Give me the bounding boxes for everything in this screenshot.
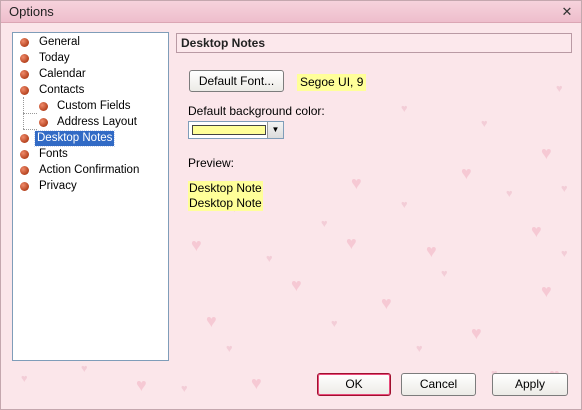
bullet-icon bbox=[20, 86, 29, 95]
close-icon[interactable]: ✕ bbox=[559, 4, 575, 20]
bg-color-label: Default background color: bbox=[188, 104, 325, 118]
bullet-icon bbox=[39, 118, 48, 127]
default-font-button[interactable]: Default Font... bbox=[189, 70, 284, 92]
tree-item-label: Privacy bbox=[39, 180, 77, 192]
tree-item-label: Desktop Notes bbox=[33, 130, 116, 147]
bullet-icon bbox=[20, 54, 29, 63]
window-title: Options bbox=[9, 4, 54, 19]
preview-note-line: Desktop Note bbox=[188, 196, 263, 211]
tree-item-label: Fonts bbox=[39, 148, 68, 160]
bullet-icon bbox=[20, 150, 29, 159]
tree-item-label: Today bbox=[39, 52, 70, 64]
bullet-icon bbox=[20, 38, 29, 47]
tree-item-label: Action Confirmation bbox=[39, 164, 140, 176]
bg-color-select[interactable]: ▼ bbox=[188, 121, 284, 139]
panel-header: Desktop Notes bbox=[176, 33, 572, 53]
title-bar: Options ✕ bbox=[1, 1, 581, 23]
preview-note-line: Desktop Note bbox=[188, 181, 263, 196]
preview-label: Preview: bbox=[188, 156, 235, 170]
options-dialog: Options ✕ ♥ ♥ ♥ ♥ ♥ ♥ ♥ ♥ ♥ ♥ ♥ ♥ ♥ ♥ ♥ … bbox=[0, 0, 582, 410]
tree-item-label: Calendar bbox=[39, 68, 86, 80]
category-tree[interactable]: General Today Calendar Contacts Custom F… bbox=[12, 32, 169, 361]
tree-item-label: Address Layout bbox=[57, 116, 137, 128]
panel-title: Desktop Notes bbox=[181, 36, 266, 50]
tree-connector bbox=[23, 129, 37, 130]
ok-button[interactable]: OK bbox=[317, 373, 391, 396]
tree-item-label: Contacts bbox=[39, 84, 85, 96]
tree-item-label: General bbox=[39, 36, 80, 48]
bullet-icon bbox=[20, 70, 29, 79]
apply-button[interactable]: Apply bbox=[492, 373, 568, 396]
chevron-down-icon[interactable]: ▼ bbox=[267, 122, 283, 138]
bullet-icon bbox=[39, 102, 48, 111]
cancel-button[interactable]: Cancel bbox=[401, 373, 476, 396]
color-swatch bbox=[192, 125, 266, 135]
bullet-icon bbox=[20, 166, 29, 175]
font-sample: Segoe UI, 9 bbox=[297, 74, 367, 91]
bullet-icon bbox=[20, 134, 29, 143]
bullet-icon bbox=[20, 182, 29, 191]
tree-item-label: Custom Fields bbox=[57, 100, 131, 112]
tree-connector bbox=[23, 113, 37, 114]
